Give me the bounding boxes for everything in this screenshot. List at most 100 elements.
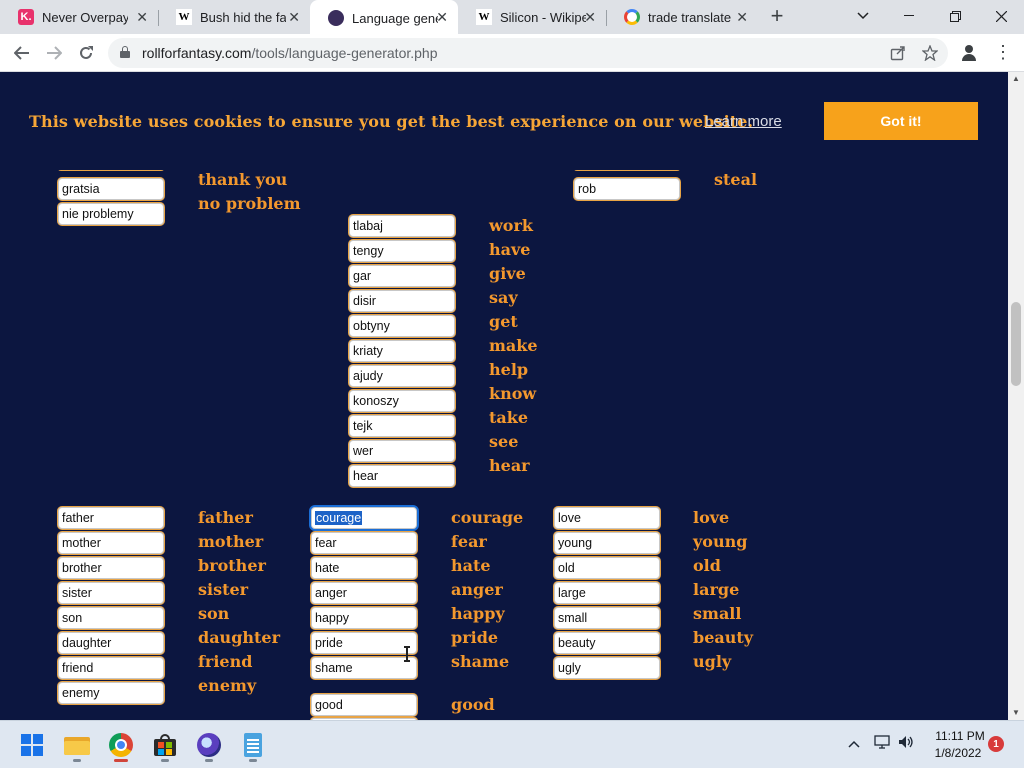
- word-input[interactable]: anger: [311, 582, 417, 604]
- browser-toolbar: rollforfantasy.com/tools/language-genera…: [0, 34, 1024, 72]
- word-input[interactable]: konoszy: [349, 390, 455, 412]
- word-input[interactable]: hear: [349, 465, 455, 487]
- word-input[interactable]: gratsia: [58, 178, 164, 200]
- word-input[interactable]: enemy: [58, 682, 164, 704]
- word-input[interactable]: mother: [58, 532, 164, 554]
- english-label: hate: [451, 556, 491, 575]
- english-label: large: [693, 580, 740, 599]
- klarna-icon: K.: [18, 9, 34, 25]
- word-input[interactable]: shame: [311, 657, 417, 679]
- close-icon[interactable]: ✕: [288, 9, 300, 26]
- volume-icon[interactable]: [898, 735, 914, 753]
- cookie-banner: This website uses cookies to ensure you …: [0, 72, 1008, 170]
- word-input[interactable]: happy: [311, 607, 417, 629]
- word-input[interactable]: daughter: [58, 632, 164, 654]
- word-input[interactable]: ajudy: [349, 365, 455, 387]
- word-input[interactable]: gar: [349, 265, 455, 287]
- english-label: shame: [451, 652, 510, 671]
- folder-icon: [64, 735, 90, 755]
- english-label: take: [489, 408, 529, 427]
- notepad-button[interactable]: [236, 728, 270, 762]
- word-input[interactable]: tejk: [349, 415, 455, 437]
- word-input[interactable]: disir: [349, 290, 455, 312]
- word-input[interactable]: brother: [58, 557, 164, 579]
- close-icon[interactable]: ✕: [136, 9, 148, 26]
- reload-button[interactable]: [73, 40, 99, 66]
- minimize-icon: [904, 15, 914, 16]
- word-input[interactable]: fear: [311, 532, 417, 554]
- tab-strip: K. Never Overpay f ✕ W Bush hid the fac …: [0, 0, 1024, 36]
- file-explorer-button[interactable]: [60, 728, 94, 762]
- close-icon[interactable]: ✕: [584, 9, 596, 26]
- bookmark-star-icon[interactable]: [920, 43, 940, 63]
- word-input[interactable]: young: [554, 532, 660, 554]
- word-input[interactable]: love: [554, 507, 660, 529]
- reload-icon: [80, 46, 93, 59]
- english-label: pride: [451, 628, 499, 647]
- chrome-taskbar-button[interactable]: [104, 728, 138, 762]
- word-input[interactable]: ugly: [554, 657, 660, 679]
- word-input[interactable]: kriaty: [349, 340, 455, 362]
- close-icon[interactable]: ✕: [736, 9, 748, 26]
- word-input[interactable]: hate: [311, 557, 417, 579]
- profile-avatar-icon[interactable]: [958, 42, 980, 64]
- store-button[interactable]: [148, 728, 182, 762]
- word-input[interactable]: rob: [574, 178, 680, 200]
- start-button[interactable]: [15, 728, 49, 762]
- word-input[interactable]: son: [58, 607, 164, 629]
- scrollbar-thumb[interactable]: [1011, 302, 1021, 386]
- word-input[interactable]: old: [554, 557, 660, 579]
- address-bar[interactable]: rollforfantasy.com/tools/language-genera…: [108, 38, 948, 68]
- running-indicator: [161, 759, 169, 762]
- word-input[interactable]: father: [58, 507, 164, 529]
- word-input[interactable]: obtyny: [349, 315, 455, 337]
- tray-chevron-up-icon[interactable]: [848, 735, 860, 752]
- english-label: see: [489, 432, 519, 451]
- word-input[interactable]: nie problemy: [58, 203, 164, 225]
- word-input[interactable]: wer: [349, 440, 455, 462]
- word-input[interactable]: tengy: [349, 240, 455, 262]
- english-label: thank you: [198, 170, 288, 189]
- word-input[interactable]: tlabaj: [349, 215, 455, 237]
- page-scrollbar[interactable]: ▲ ▼: [1008, 72, 1024, 720]
- close-window-button[interactable]: [978, 0, 1024, 32]
- share-icon[interactable]: [888, 43, 908, 63]
- media-player-button[interactable]: [192, 728, 226, 762]
- tab-bush-hid-the-facts[interactable]: W Bush hid the fac ✕: [158, 0, 310, 34]
- word-input[interactable]: pride: [311, 632, 417, 654]
- new-tab-button[interactable]: +: [766, 5, 788, 28]
- tab-title: Bush hid the fac: [200, 9, 286, 25]
- close-icon[interactable]: ✕: [436, 9, 448, 26]
- word-input[interactable]: friend: [58, 657, 164, 679]
- minimize-button[interactable]: [886, 0, 932, 32]
- tab-never-overpay[interactable]: K. Never Overpay f ✕: [0, 0, 158, 34]
- english-label: love: [693, 508, 730, 527]
- clock-time[interactable]: 11:11 PM: [934, 729, 986, 743]
- got-it-button[interactable]: Got it!: [824, 102, 978, 140]
- tab-search-button[interactable]: [840, 0, 886, 32]
- english-label: enemy: [198, 676, 257, 695]
- forward-button[interactable]: [41, 40, 67, 66]
- english-label: give: [489, 264, 526, 283]
- restore-button[interactable]: [932, 0, 978, 32]
- text-cursor-icon: [404, 646, 410, 662]
- word-input[interactable]: good: [311, 694, 417, 716]
- network-icon[interactable]: [874, 735, 890, 753]
- url-text[interactable]: rollforfantasy.com/tools/language-genera…: [142, 45, 438, 61]
- more-menu-icon[interactable]: ⋮: [994, 42, 1012, 64]
- notification-badge[interactable]: 1: [988, 736, 1004, 752]
- tab-language-generator[interactable]: Language gener ✕: [310, 0, 458, 36]
- scroll-down-icon[interactable]: ▼: [1012, 708, 1020, 717]
- clock-date[interactable]: 1/8/2022: [930, 746, 986, 760]
- tab-trade-translate[interactable]: trade translate t ✕: [606, 0, 758, 34]
- word-input-focused[interactable]: courage: [311, 507, 417, 529]
- word-input[interactable]: sister: [58, 582, 164, 604]
- learn-more-link[interactable]: Learn more: [705, 113, 782, 130]
- back-button[interactable]: [9, 40, 35, 66]
- word-input[interactable]: beauty: [554, 632, 660, 654]
- word-input[interactable]: small: [554, 607, 660, 629]
- scroll-up-icon[interactable]: ▲: [1012, 74, 1020, 83]
- english-label: young: [693, 532, 748, 551]
- tab-silicon-wikipedia[interactable]: W Silicon - Wikipe ✕: [458, 0, 606, 34]
- word-input[interactable]: large: [554, 582, 660, 604]
